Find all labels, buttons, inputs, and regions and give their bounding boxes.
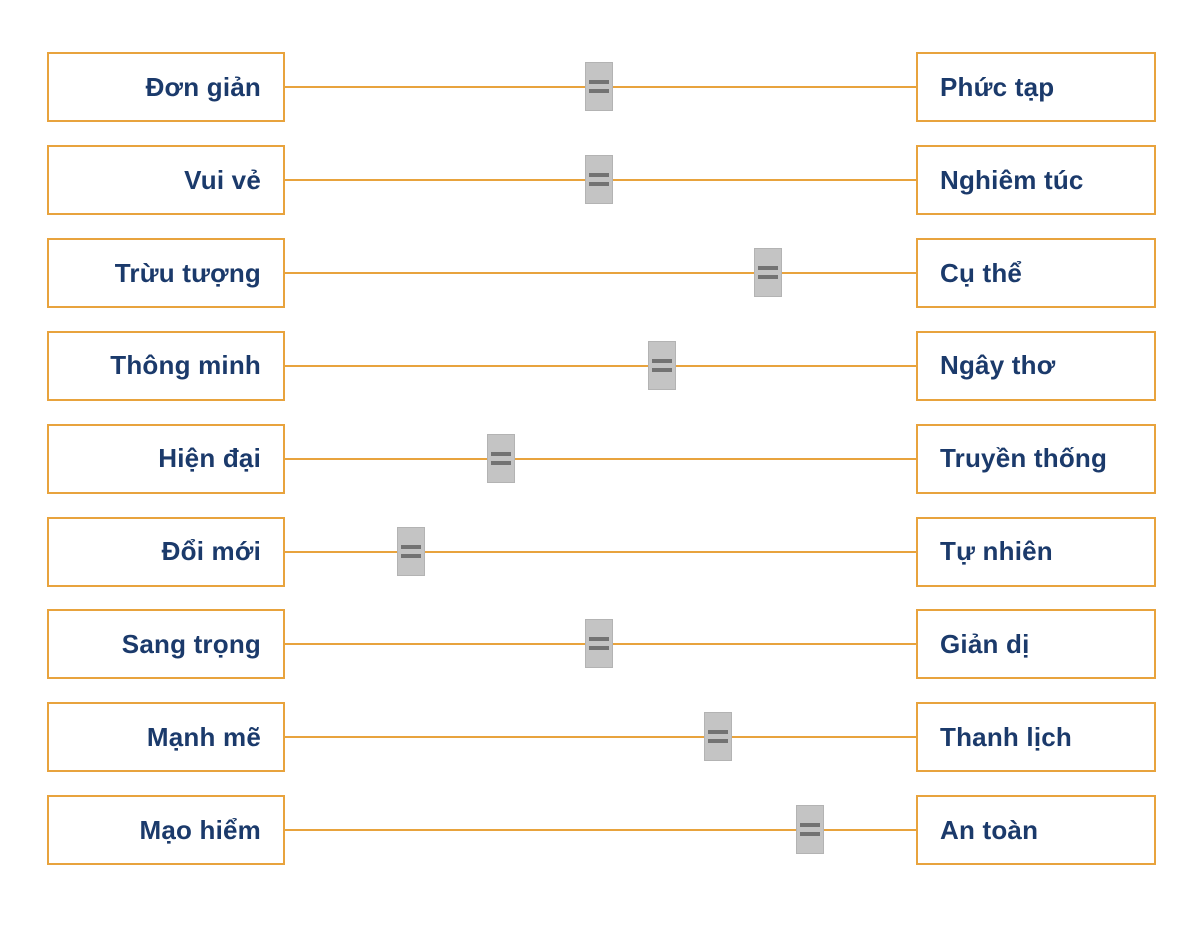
left-pole-label: Sang trọng — [121, 629, 261, 660]
slider-handle[interactable] — [585, 154, 613, 204]
right-pole-box: Cụ thể — [916, 237, 1156, 308]
scale-row: Đơn giản Phức tạp — [0, 52, 1200, 122]
left-pole-box: Mạo hiểm — [47, 795, 285, 866]
grip-bar-icon — [800, 823, 820, 828]
left-pole-label: Đơn giản — [145, 71, 261, 102]
left-pole-box: Hiện đại — [47, 423, 285, 494]
right-pole-box: Phức tạp — [916, 52, 1156, 122]
right-pole-label: Cụ thể — [940, 257, 1023, 288]
left-pole-box: Mạnh mẽ — [47, 702, 285, 773]
right-pole-label: Giản dị — [940, 629, 1030, 660]
left-pole-label: Vui vẻ — [184, 164, 261, 195]
right-pole-box: An toàn — [916, 795, 1156, 866]
scale-row: Mạo hiểm An toàn — [0, 795, 1200, 866]
right-pole-label: Ngây thơ — [940, 350, 1056, 381]
right-pole-label: Phức tạp — [940, 71, 1055, 102]
right-pole-box: Giản dị — [916, 609, 1156, 680]
slider-handle[interactable] — [754, 247, 782, 297]
grip-bar-icon — [589, 89, 609, 93]
slider-handle[interactable] — [397, 526, 425, 576]
right-pole-box: Tự nhiên — [916, 516, 1156, 587]
grip-bar-icon — [758, 265, 778, 270]
slider-handle[interactable] — [704, 712, 732, 762]
grip-bar-icon — [491, 451, 511, 456]
right-pole-box: Ngây thơ — [916, 330, 1156, 401]
right-pole-label: Tự nhiên — [940, 536, 1053, 567]
right-pole-label: Truyền thống — [940, 443, 1108, 474]
grip-bar-icon — [401, 544, 421, 549]
right-pole-label: An toàn — [940, 814, 1039, 845]
left-pole-label: Mạo hiểm — [139, 814, 261, 845]
left-pole-box: Đổi mới — [47, 516, 285, 587]
right-pole-label: Thanh lịch — [940, 722, 1072, 752]
grip-bar-icon — [652, 358, 672, 363]
slider-handle[interactable] — [487, 433, 515, 483]
left-pole-label: Đổi mới — [161, 536, 261, 567]
grip-bar-icon — [589, 181, 609, 186]
grip-bar-icon — [589, 646, 609, 651]
grip-bar-icon — [589, 172, 609, 177]
grip-bar-icon — [589, 637, 609, 642]
left-pole-label: Thông minh — [110, 350, 261, 381]
right-pole-label: Nghiêm túc — [940, 164, 1084, 195]
scale-row: Sang trọng Giản dị — [0, 609, 1200, 680]
slider-handle[interactable] — [648, 340, 676, 390]
right-pole-box: Truyền thống — [916, 423, 1156, 494]
grip-bar-icon — [401, 553, 421, 558]
left-pole-box: Trừu tượng — [47, 237, 285, 308]
scale-row: Vui vẻ Nghiêm túc — [0, 144, 1200, 215]
scale-row: Hiện đại Truyền thống — [0, 423, 1200, 494]
left-pole-box: Sang trọng — [47, 609, 285, 680]
semantic-differential-board: Đơn giản Phức tạp Vui vẻ Nghiêm túc Trừu tượ… — [0, 0, 1200, 929]
scale-row: Mạnh mẽ Thanh lịch — [0, 702, 1200, 773]
grip-bar-icon — [708, 739, 728, 744]
slider-handle[interactable] — [585, 619, 613, 669]
slider-handle[interactable] — [585, 62, 613, 111]
left-pole-box: Vui vẻ — [47, 144, 285, 215]
grip-bar-icon — [800, 832, 820, 837]
left-pole-label: Trừu tượng — [114, 257, 261, 288]
left-pole-box: Đơn giản — [47, 52, 285, 122]
left-pole-label: Mạnh mẽ — [146, 722, 261, 752]
scale-row: Đổi mới Tự nhiên — [0, 516, 1200, 587]
grip-bar-icon — [491, 460, 511, 465]
grip-bar-icon — [589, 80, 609, 84]
slider-handle[interactable] — [796, 805, 824, 855]
left-pole-label: Hiện đại — [158, 443, 261, 474]
left-pole-box: Thông minh — [47, 330, 285, 401]
grip-bar-icon — [708, 730, 728, 735]
scale-row: Trừu tượng Cụ thể — [0, 237, 1200, 308]
grip-bar-icon — [758, 274, 778, 279]
grip-bar-icon — [652, 367, 672, 372]
scale-row: Thông minh Ngây thơ — [0, 330, 1200, 401]
right-pole-box: Thanh lịch — [916, 702, 1156, 773]
right-pole-box: Nghiêm túc — [916, 144, 1156, 215]
